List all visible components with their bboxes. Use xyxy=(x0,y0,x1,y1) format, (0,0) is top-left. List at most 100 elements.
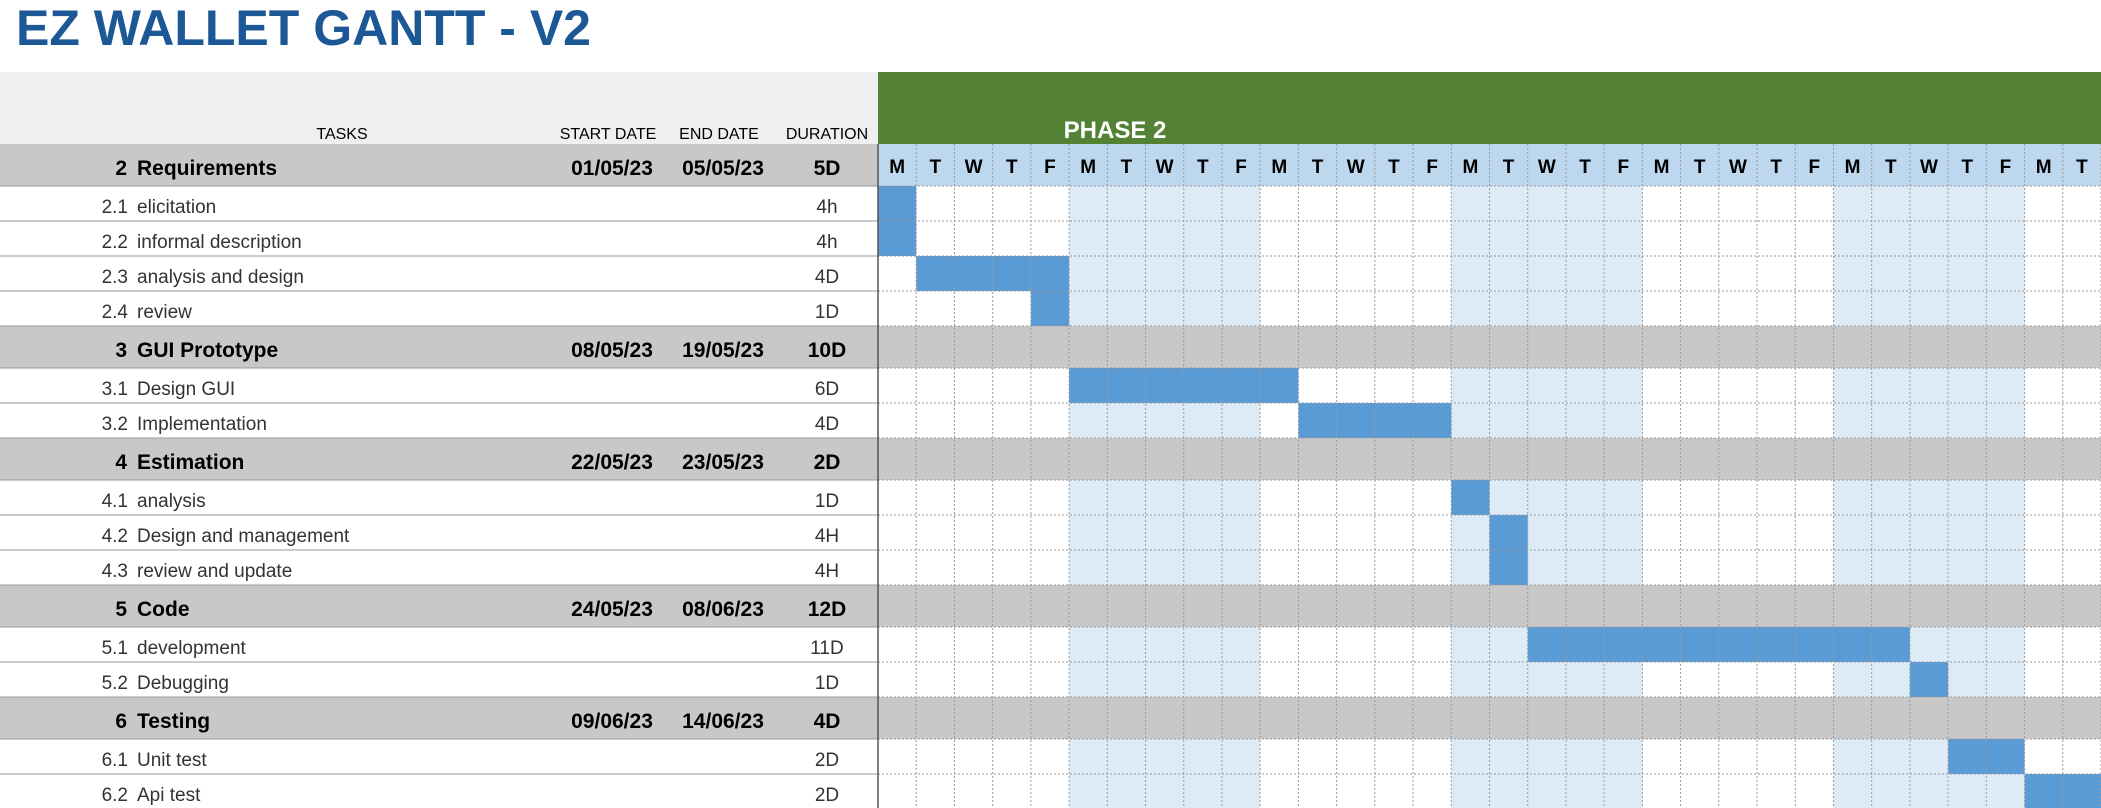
task-duration: 1D xyxy=(815,491,839,512)
day-label: M xyxy=(1845,157,1861,178)
day-label: T xyxy=(1312,157,1324,178)
task-bar xyxy=(878,221,917,256)
task-name: Debugging xyxy=(137,673,229,694)
task-duration: 4h xyxy=(816,197,837,218)
group-end-date: 08/06/23 xyxy=(682,598,764,621)
task-bar xyxy=(1909,662,1949,697)
tasks-column-header: TASKS xyxy=(316,126,367,143)
task-bar xyxy=(1030,291,1070,326)
phase-band xyxy=(878,72,2101,144)
day-label: M xyxy=(1654,157,1670,178)
day-label: T xyxy=(1388,157,1400,178)
task-name: Unit test xyxy=(137,750,207,771)
task-bar xyxy=(878,186,917,221)
group-number: 3 xyxy=(115,339,127,362)
task-name: elicitation xyxy=(137,197,216,218)
task-name: review xyxy=(137,302,192,323)
task-duration: 1D xyxy=(815,302,839,323)
task-number: 5.2 xyxy=(102,673,128,694)
day-label: M xyxy=(1462,157,1478,178)
task-duration: 4D xyxy=(815,267,839,288)
task-duration: 11D xyxy=(810,638,843,659)
task-bar xyxy=(1451,480,1490,515)
group-number: 5 xyxy=(115,598,127,621)
task-name: informal description xyxy=(137,232,302,253)
task-duration: 4H xyxy=(815,526,839,547)
group-name: Estimation xyxy=(137,451,244,474)
duration-column-header: DURATION xyxy=(786,126,868,143)
task-name: analysis and design xyxy=(137,267,304,288)
group-name: Code xyxy=(137,598,190,621)
start-date-column-header: START DATE xyxy=(560,126,657,143)
day-label: F xyxy=(1426,157,1438,178)
group-duration: 4D xyxy=(814,710,841,733)
group-number: 2 xyxy=(115,157,127,180)
group-start-date: 01/05/23 xyxy=(571,157,653,180)
task-name: Design and management xyxy=(137,526,350,547)
group-number: 4 xyxy=(115,451,127,474)
end-date-column-header: END DATE xyxy=(679,126,759,143)
day-label: T xyxy=(1694,157,1706,178)
group-end-date: 19/05/23 xyxy=(682,339,764,362)
day-label: W xyxy=(1538,157,1556,178)
day-label: T xyxy=(1197,157,1209,178)
day-label: T xyxy=(1121,157,1133,178)
group-name: GUI Prototype xyxy=(137,339,278,362)
group-end-date: 23/05/23 xyxy=(682,451,764,474)
task-duration: 2D xyxy=(815,750,839,771)
day-label: T xyxy=(2076,157,2088,178)
day-label: M xyxy=(889,157,905,178)
day-label: F xyxy=(1617,157,1629,178)
day-label: F xyxy=(2000,157,2012,178)
task-number: 6.2 xyxy=(102,785,128,806)
day-label: F xyxy=(1235,157,1247,178)
task-number: 4.3 xyxy=(102,561,128,582)
day-label: T xyxy=(1503,157,1515,178)
group-start-date: 22/05/23 xyxy=(571,451,653,474)
group-end-date: 14/06/23 xyxy=(682,710,764,733)
task-number: 3.2 xyxy=(102,414,128,435)
day-label: T xyxy=(1961,157,1973,178)
task-duration: 4h xyxy=(816,232,837,253)
task-number: 4.1 xyxy=(102,491,128,512)
group-end-date: 05/05/23 xyxy=(682,157,764,180)
day-label: W xyxy=(965,157,983,178)
day-label: T xyxy=(1006,157,1018,178)
day-label: F xyxy=(1809,157,1821,178)
phase-label: PHASE 2 xyxy=(1064,117,1167,144)
task-bar xyxy=(1489,550,1528,585)
task-duration: 2D xyxy=(815,785,839,806)
task-duration: 6D xyxy=(815,379,839,400)
group-name: Requirements xyxy=(137,157,277,180)
group-start-date: 09/06/23 xyxy=(571,710,653,733)
task-duration: 4D xyxy=(815,414,839,435)
group-start-date: 08/05/23 xyxy=(571,339,653,362)
day-label: M xyxy=(2036,157,2052,178)
task-name: Design GUI xyxy=(137,379,235,400)
task-duration: 4H xyxy=(815,561,839,582)
task-number: 2.1 xyxy=(102,197,128,218)
task-number: 2.2 xyxy=(102,232,128,253)
task-name: analysis xyxy=(137,491,206,512)
day-label: W xyxy=(1156,157,1174,178)
task-number: 2.3 xyxy=(102,267,128,288)
task-number: 4.2 xyxy=(102,526,128,547)
day-label: W xyxy=(1347,157,1365,178)
task-name: development xyxy=(137,638,247,659)
group-duration: 12D xyxy=(808,598,847,621)
day-label: T xyxy=(1579,157,1591,178)
task-name: review and update xyxy=(137,561,292,582)
day-label: T xyxy=(1770,157,1782,178)
group-name: Testing xyxy=(137,710,210,733)
task-name: Implementation xyxy=(137,414,267,435)
group-duration: 10D xyxy=(808,339,847,362)
task-number: 6.1 xyxy=(102,750,128,771)
day-label: T xyxy=(930,157,942,178)
group-duration: 2D xyxy=(814,451,841,474)
day-label: M xyxy=(1080,157,1096,178)
task-duration: 1D xyxy=(815,673,839,694)
day-label: W xyxy=(1729,157,1747,178)
group-start-date: 24/05/23 xyxy=(571,598,653,621)
task-name: Api test xyxy=(137,785,201,806)
task-bar xyxy=(2024,774,2101,808)
